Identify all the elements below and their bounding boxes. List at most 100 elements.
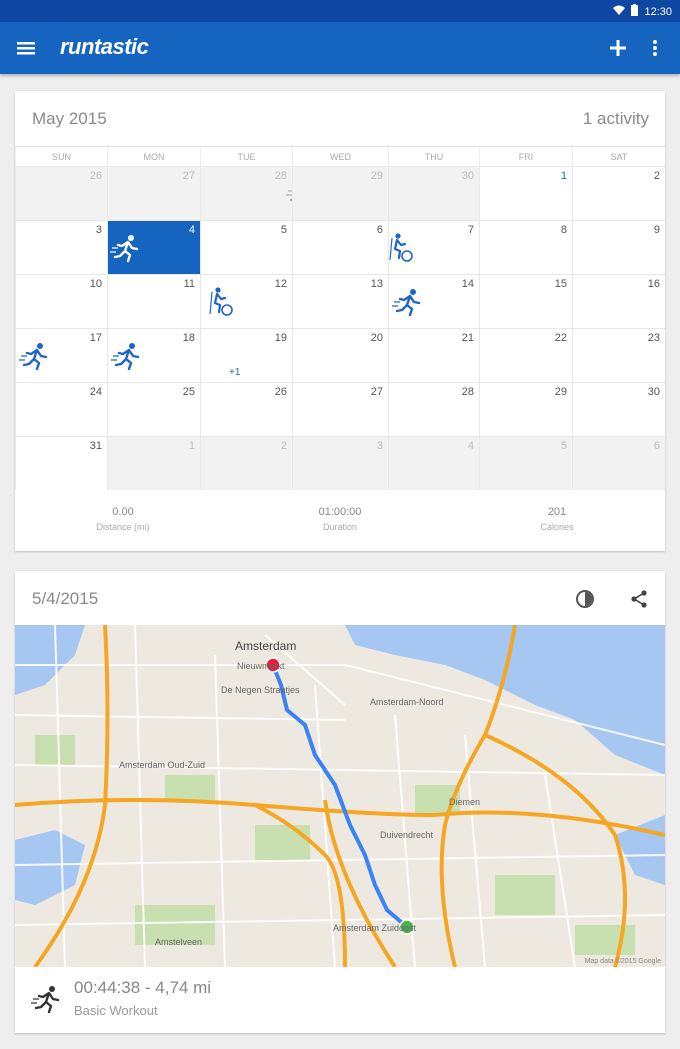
park-6 [495,875,555,915]
day-number: 18 [182,332,195,344]
calendar-day[interactable]: 29 [292,166,388,220]
stat-value: 01:00:00 [318,506,362,518]
running-icon [19,340,51,377]
calendar-day[interactable]: 19 [200,328,292,382]
calendar-day[interactable]: 20 [292,328,388,382]
calendar-day[interactable]: 3 [292,436,388,490]
calendar-day[interactable]: 9 [572,220,665,274]
calendar-day[interactable]: 7 [388,220,479,274]
calendar-day[interactable]: 26 [15,166,107,220]
day-number: 12 [274,278,287,290]
day-number: 29 [554,386,567,398]
route-map[interactable]: Amsterdam Nieuwmarkt De Negen Straatjes … [15,625,665,967]
calendar-day[interactable]: 23 [572,328,665,382]
menu-icon [17,42,35,55]
calendar-day[interactable]: 16 [572,274,665,328]
weekday-header: SUN MON TUE WED THU FRI SAT [15,146,665,167]
park-3 [255,825,310,860]
calendar-day[interactable]: 3 [15,220,107,274]
map-label-noord: Amsterdam-Noord [370,697,444,707]
day-number: 13 [370,278,383,290]
calendar-day[interactable]: 17 [15,328,107,382]
add-activity-button[interactable] [605,35,631,61]
calendar-day[interactable]: 26 [200,382,292,436]
day-number: 21 [461,332,474,344]
day-number: 6 [653,440,660,452]
day-number: 1 [560,170,567,182]
calendar-day[interactable]: 2 [200,436,292,490]
day-number: 3 [376,440,383,452]
calendar-day[interactable]: 28 [388,382,479,436]
day-number: 25 [182,386,195,398]
day-number: 22 [554,332,567,344]
day-number: 27 [370,386,383,398]
calendar-day[interactable]: 8 [479,220,572,274]
park-1 [35,735,75,765]
calendar-card: May 2015 1 activity SUN MON TUE WED THU FRI SA… [15,91,665,551]
calendar-month-title: May 2015 [32,109,107,128]
app-logo: runtastic [60,34,149,59]
day-number: 2 [653,170,660,182]
weekday-fri: FRI [479,147,572,167]
day-number: 29 [370,170,383,182]
calendar-day[interactable]: 24 [15,382,107,436]
day-number: 19 [274,332,287,344]
status-time: 12:30 [644,5,672,18]
water-west [15,625,85,695]
weekday-tue: TUE [200,147,292,167]
activity-summary[interactable]: 00:44:38 - 4,74 mi Basic Workout [15,967,665,1033]
calendar-day[interactable]: 27 [107,166,200,220]
calendar-day[interactable]: 13 [292,274,388,328]
activity-duration-distance: 00:44:38 - 4,74 mi [74,978,212,997]
calendar-day[interactable]: 10 [15,274,107,328]
calendar-day[interactable]: 2 [572,166,665,220]
weekday-sun: SUN [15,147,107,167]
weekday-sat: SAT [572,147,665,167]
calendar-day[interactable]: 4 [107,220,200,274]
day-number: 5 [280,224,287,236]
day-number: 17 [89,332,102,344]
day-number: 16 [647,278,660,290]
day-number: 11 [183,278,195,290]
menu-button[interactable] [16,37,38,59]
day-number: 27 [182,170,195,182]
calendar-day[interactable]: 25 [107,382,200,436]
map-label-negen-straatjes: De Negen Straatjes [221,685,300,695]
weekday-mon: MON [107,147,200,167]
wifi-icon [613,5,626,19]
calendar-day[interactable]: 1 [107,436,200,490]
map-style-button[interactable] [573,587,597,611]
more-options-button[interactable] [646,35,664,61]
calendar-day[interactable]: 12 [200,274,292,328]
calendar-day[interactable]: 22 [479,328,572,382]
calendar-day[interactable]: 27 [292,382,388,436]
share-button[interactable] [627,587,651,611]
day-number: 1 [188,440,195,452]
day-number: 7 [467,224,474,236]
calendar-day[interactable]: 14 [388,274,479,328]
plus-icon [610,40,626,56]
day-number: 4 [188,224,195,236]
calendar-day[interactable]: 29 [479,382,572,436]
map-label-oud-zuid: Amsterdam Oud-Zuid [119,760,206,770]
cycling-icon [206,286,238,323]
calendar-day[interactable]: 5 [479,436,572,490]
calendar-day[interactable]: 4 [388,436,479,490]
calendar-day[interactable]: 6 [572,436,665,490]
battery-icon [631,4,639,19]
stat-value: 201 [547,506,567,518]
calendar-day[interactable]: 28 [200,166,315,220]
day-number: 3 [95,224,102,236]
status-bar: 12:30 [0,0,680,22]
calendar-day[interactable]: 15 [479,274,572,328]
activity-count: 1 activity [582,109,649,128]
calendar-day[interactable]: 11 [107,274,200,328]
calendar-day[interactable]: 30 [388,166,479,220]
calendar-day[interactable]: 31 [15,436,107,490]
calendar-day[interactable]: 6 [292,220,388,274]
calendar-day[interactable]: 5 [200,220,292,274]
calendar-day[interactable]: 21 [388,328,479,382]
calendar-day[interactable]: 18 +1 [107,328,240,382]
calendar-day[interactable]: 30 [572,382,665,436]
calendar-day[interactable]: 1 [479,166,572,220]
